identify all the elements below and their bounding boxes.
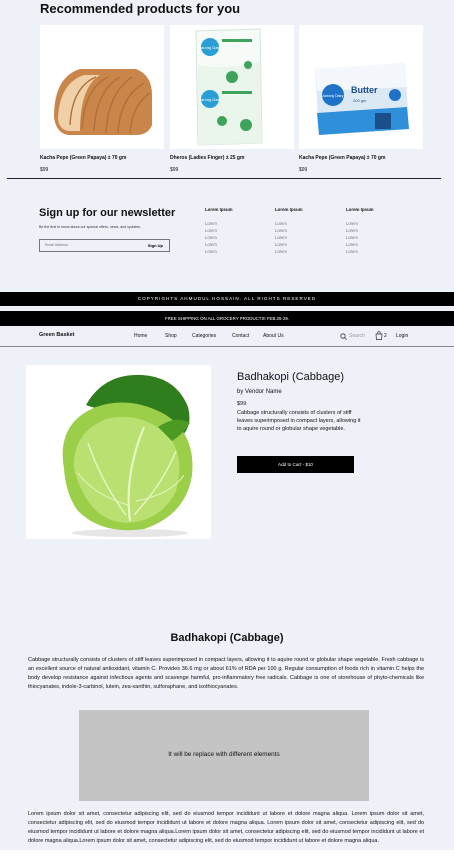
newsletter-subtitle: Be the first to know about our special o…: [39, 225, 142, 229]
section-divider: [7, 178, 441, 179]
footer-link[interactable]: Lorem: [205, 235, 255, 242]
add-to-cart-button[interactable]: Add to Cart - $10: [237, 456, 354, 473]
product-card-milk[interactable]: Aarong Dairy Aarong Dairy: [170, 25, 294, 149]
footer-link[interactable]: Lorem: [275, 228, 325, 235]
nav-link-contact[interactable]: Contact: [232, 333, 249, 339]
milk-pack-brand: Aarong Dairy: [198, 45, 221, 50]
brand-logo[interactable]: Green Basket: [39, 332, 74, 338]
product-name[interactable]: Kacha Pepe (Green Papaya) ± 70 gm: [40, 155, 126, 161]
cart-count: 2: [384, 333, 387, 339]
product-short-description: Cabbage structurally consists of cluster…: [237, 410, 361, 432]
nav-link-shop[interactable]: Shop: [165, 333, 177, 339]
product-price: $99: [237, 401, 247, 407]
product-name[interactable]: Dheros (Ladies Finger) ± 25 gm: [170, 155, 244, 161]
footer-column: Lorem Ipsum Lorem Lorem Lorem Lorem Lore…: [275, 207, 325, 256]
email-field[interactable]: [45, 243, 125, 247]
footer-column: Lorem Ipsum Lorem Lorem Lorem Lorem Lore…: [346, 207, 396, 256]
footer-link[interactable]: Lorem: [346, 242, 396, 249]
footer-link[interactable]: Lorem: [346, 235, 396, 242]
product-price: $99: [170, 167, 179, 173]
footer-column-heading: Lorem Ipsum: [346, 207, 374, 212]
recommended-title: Recommended products for you: [40, 1, 241, 16]
milk-pack-brand-back: Aarong Dairy: [198, 97, 221, 102]
product-name[interactable]: Kacha Pepe (Green Papaya) ± 70 gm: [299, 155, 385, 161]
newsletter-form: Sign Up: [39, 239, 170, 252]
footer-link[interactable]: Lorem: [205, 221, 255, 228]
vendor-name[interactable]: by Vendor Name: [237, 389, 282, 395]
lorem-paragraph: Lorem ipsum dolor sit amet, consectetur …: [28, 811, 424, 844]
product-card-bread[interactable]: [40, 25, 164, 149]
footer-link[interactable]: Lorem: [205, 242, 255, 249]
nav-link-categories[interactable]: Categories: [192, 333, 216, 339]
login-link[interactable]: Login: [396, 333, 408, 339]
butter-box-image: Butter 200 gm Aarong Dairy: [315, 63, 409, 135]
footer-link[interactable]: Lorem: [346, 221, 396, 228]
details-description: Cabbage structurally consists of cluster…: [28, 657, 424, 690]
search-icon[interactable]: [340, 333, 347, 340]
product-image: [26, 365, 211, 539]
footer-link[interactable]: Lorem: [275, 242, 325, 249]
content-placeholder: It will be replace with different elemen…: [79, 710, 369, 801]
copyright-bar: COPYRIGHTS AHMUDUL HOSSAIN. ALL RIGHTS R…: [0, 292, 454, 306]
butter-box-brand: Aarong Dairy: [323, 94, 344, 98]
shipping-banner: FREE SHIPPING ON ALL GROCERY PRODUCTS! F…: [0, 311, 454, 326]
placeholder-text: It will be replace with different elemen…: [168, 751, 280, 758]
butter-weight: 200 gm: [353, 98, 367, 103]
footer-column: Lorem Ipsum Lorem Lorem Lorem Lorem Lore…: [205, 207, 255, 256]
shopping-bag-icon[interactable]: [375, 331, 383, 340]
footer-link[interactable]: Lorem: [205, 249, 255, 256]
footer-link[interactable]: Lorem: [275, 249, 325, 256]
product-title: Badhakopi (Cabbage): [237, 371, 345, 383]
top-navigation: Green Basket Home Shop Categories Contac…: [0, 326, 454, 347]
newsletter-title: Sign up for our newsletter: [39, 207, 176, 219]
cabbage-image: [62, 374, 193, 537]
bottom-bar: [0, 850, 454, 857]
search-input[interactable]: Search: [349, 333, 365, 339]
footer-link[interactable]: Lorem: [346, 228, 396, 235]
sign-up-button[interactable]: Sign Up: [148, 243, 163, 248]
product-card-butter[interactable]: Butter 200 gm Aarong Dairy: [299, 25, 423, 149]
footer-column-heading: Lorem Ipsum: [205, 207, 233, 212]
details-title: Badhakopi (Cabbage): [170, 632, 284, 644]
bread-image: [54, 69, 152, 135]
footer-link[interactable]: Lorem: [275, 221, 325, 228]
footer-link[interactable]: Lorem: [205, 228, 255, 235]
product-price: $99: [40, 167, 49, 173]
nav-link-home[interactable]: Home: [134, 333, 147, 339]
footer-column-heading: Lorem Ipsum: [275, 207, 303, 212]
footer-link[interactable]: Lorem: [346, 249, 396, 256]
footer-link[interactable]: Lorem: [275, 235, 325, 242]
nav-link-about[interactable]: About Us: [263, 333, 284, 339]
butter-label: Butter: [351, 85, 378, 95]
milk-pack-image: Aarong Dairy Aarong Dairy: [195, 28, 263, 146]
product-price: $99: [299, 167, 308, 173]
